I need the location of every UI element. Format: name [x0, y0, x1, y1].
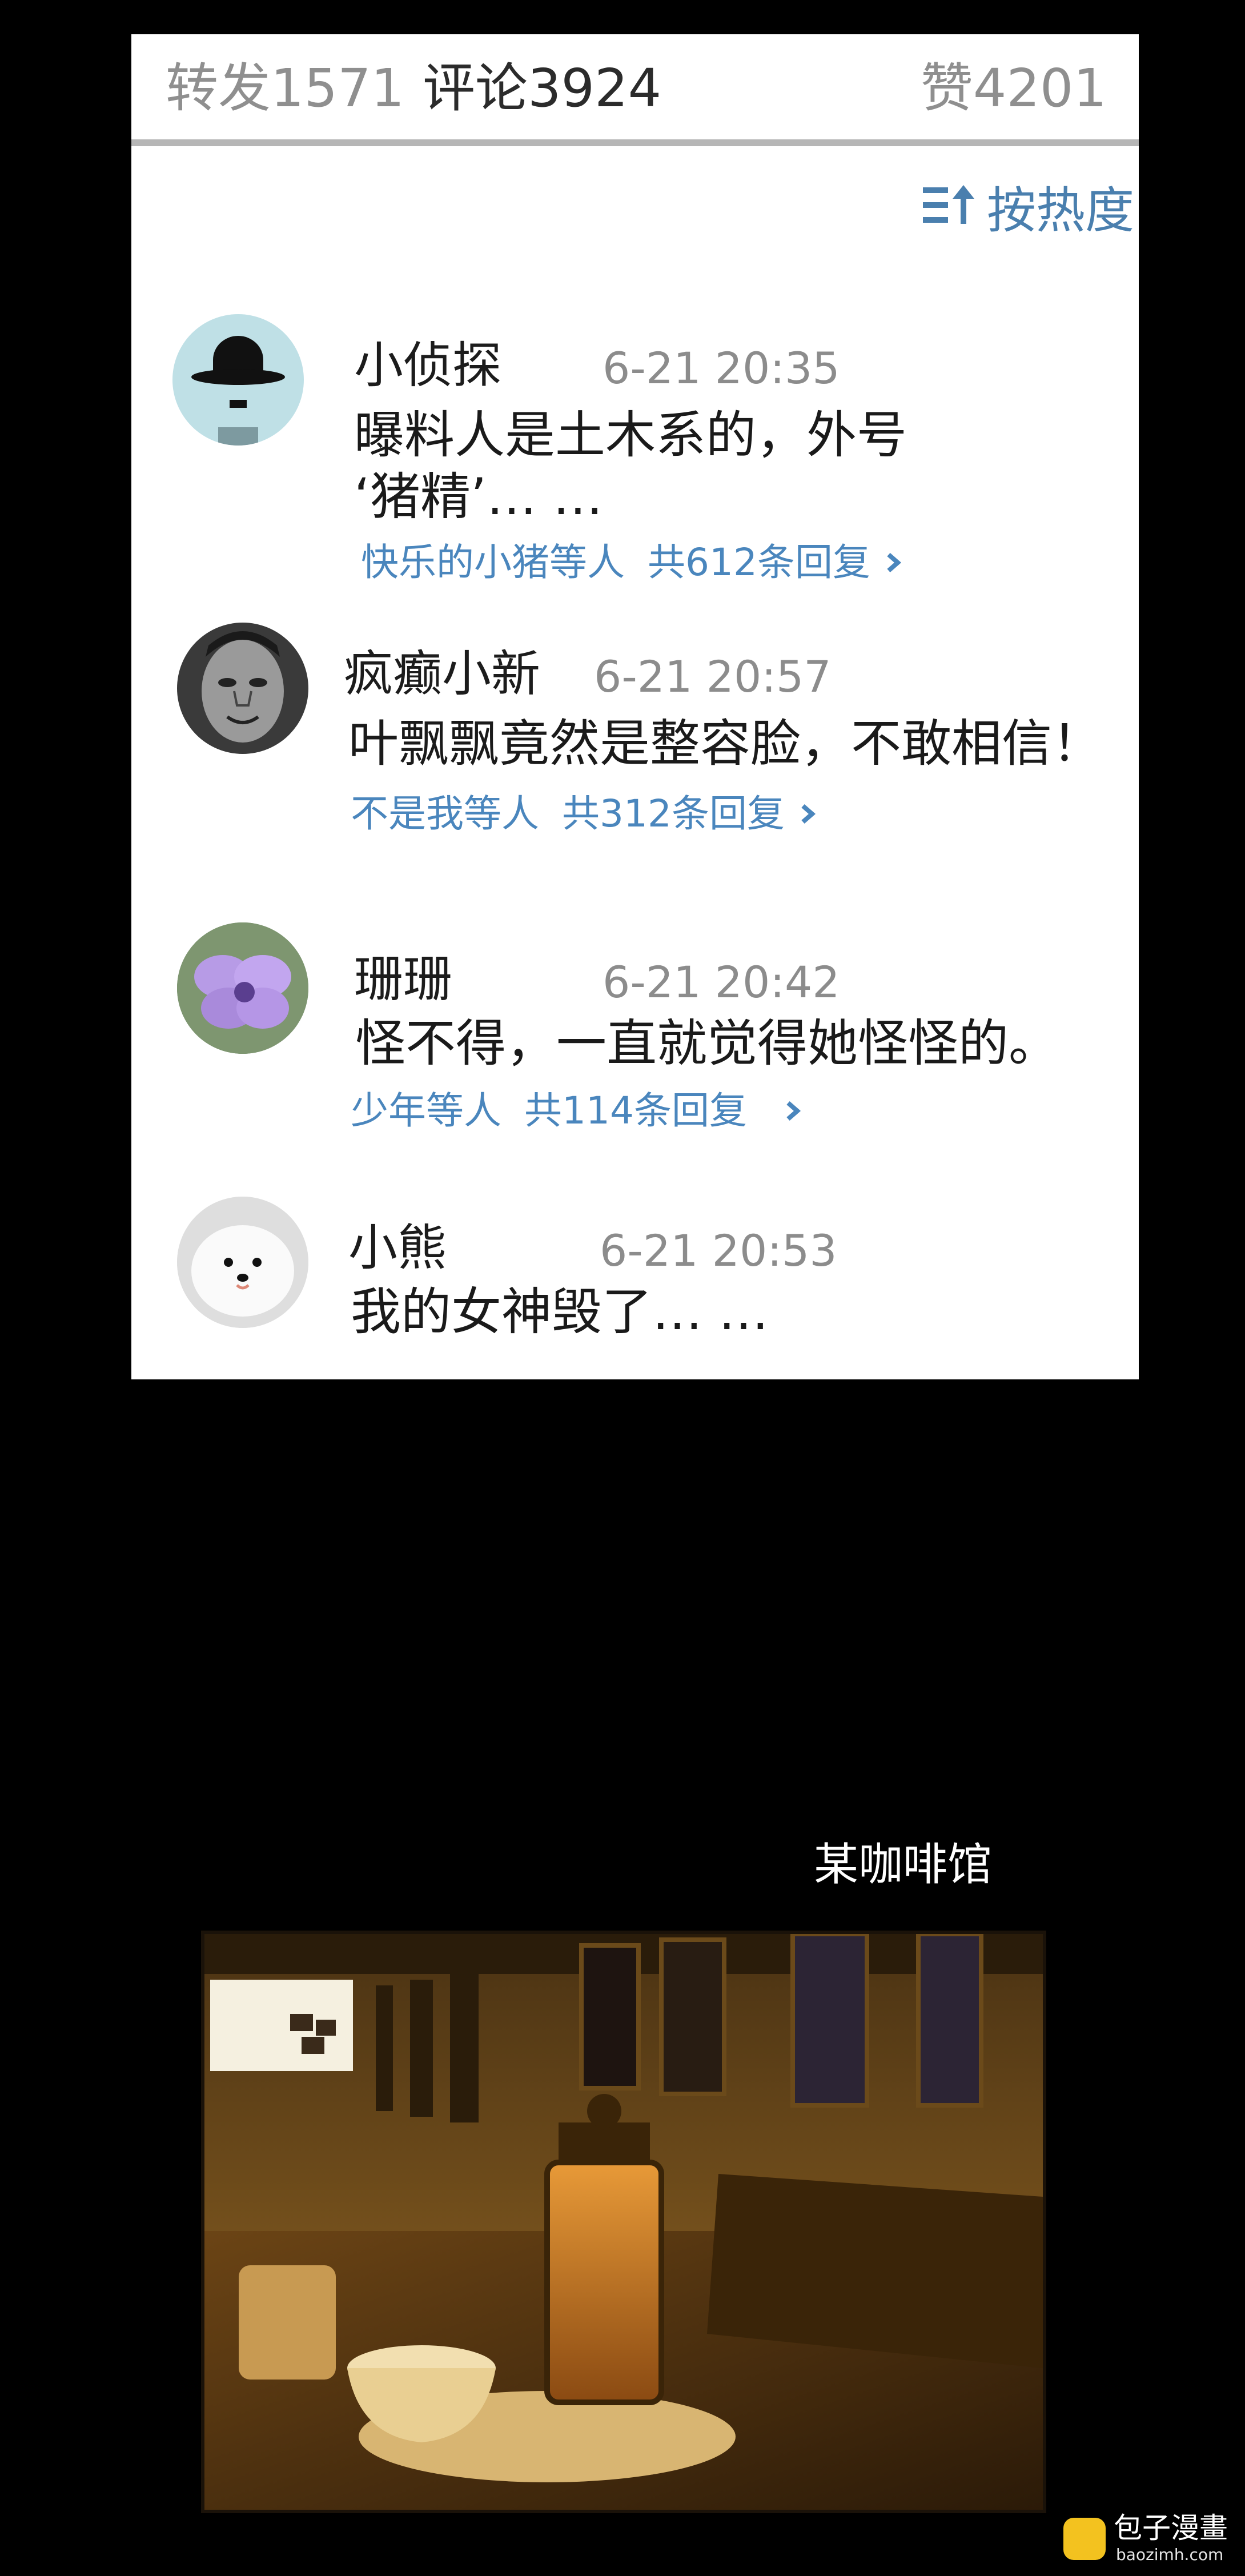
comment-username[interactable]: 小熊 [348, 1219, 447, 1277]
baozi-logo-icon [1063, 2518, 1106, 2560]
replies-by: 快乐的小猪等人 [361, 540, 625, 584]
replies-link[interactable]: 快乐的小猪等人 共612条回复 [361, 537, 902, 588]
meme-face-icon [202, 631, 284, 743]
repost-count[interactable]: 转发1571 [166, 57, 404, 120]
comment-time: 6-21 20:57 [594, 651, 832, 702]
cafe-illustration [201, 1931, 1046, 2513]
comment-time: 6-21 20:53 [600, 1225, 837, 1276]
replies-link[interactable]: 少年等人 共114条回复 [351, 1085, 802, 1137]
comment-username[interactable]: 疯癫小新 [344, 645, 540, 703]
comment-text: 曝料人是土木系的，外号 [354, 406, 907, 464]
watermark: 包子漫畫 baozimh.com [1063, 2507, 1245, 2570]
replies-link[interactable]: 不是我等人 共312条回复 [351, 788, 817, 840]
purple-flower-avatar[interactable] [177, 922, 308, 1054]
like-count[interactable]: 赞4201 [921, 57, 1107, 120]
stats-bar: 转发1571 评论3924 赞4201 [131, 34, 1139, 146]
replies-count: 共612条回复 [648, 540, 870, 584]
replies-count: 共114条回复 [524, 1089, 747, 1133]
sort-label: 按热度 [987, 182, 1134, 239]
comment-username[interactable]: 珊珊 [354, 951, 452, 1008]
comment-username[interactable]: 小侦探 [354, 337, 501, 394]
scene-caption: 某咖啡馆 [814, 1839, 993, 1891]
chevron-right-icon [801, 804, 816, 824]
replies-by: 不是我等人 [351, 792, 539, 836]
comment-panel: 转发1571 评论3924 赞4201 按热度 小侦探 6-21 20:35 曝… [131, 34, 1139, 1379]
comment-text: 怪不得，一直就觉得她怪怪的。 [355, 1014, 1059, 1073]
sort-hot-icon [923, 185, 974, 224]
comment-text: 叶飘飘竟然是整容脸，不敢相信！ [348, 714, 1103, 773]
comment-text: ‘猪精’… … [354, 467, 603, 526]
flower-icon [177, 922, 308, 1054]
watermark-title: 包子漫畫 [1114, 2511, 1228, 2545]
dog-icon [177, 1197, 308, 1328]
replies-by: 少年等人 [351, 1089, 501, 1133]
chevron-right-icon [786, 1101, 801, 1121]
comment-count[interactable]: 评论3924 [423, 57, 661, 120]
comment-text: 我的女神毁了… … [351, 1282, 769, 1341]
comment-time: 6-21 20:42 [603, 957, 840, 1008]
bowler-hat-avatar[interactable] [172, 314, 304, 446]
bowler-hat-icon [191, 336, 285, 446]
replies-count: 共312条回复 [562, 792, 785, 836]
sort-hot-button[interactable]: 按热度 [923, 174, 1134, 239]
dog-avatar[interactable] [177, 1197, 308, 1328]
chevron-right-icon [887, 552, 902, 573]
cafe-scene-image [204, 1934, 1043, 2510]
meme-face-avatar[interactable] [177, 623, 308, 754]
watermark-url: baozimh.com [1116, 2545, 1224, 2564]
comment-time: 6-21 20:35 [603, 343, 840, 394]
